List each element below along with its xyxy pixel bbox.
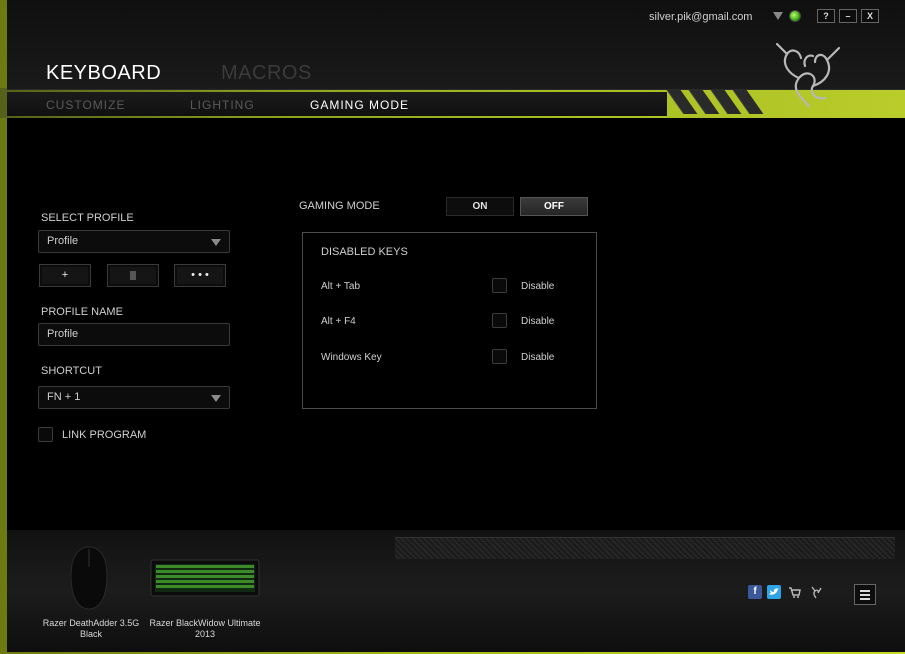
device-mouse-line1: Razer DeathAdder 3.5G [42,618,140,628]
disable-alt-f4-checkbox[interactable] [492,313,507,328]
link-program-label: LINK PROGRAM [62,429,147,441]
twitter-icon[interactable] [767,585,781,599]
shortcut-select[interactable]: FN + 1 [38,386,230,409]
device-keyboard-line1: Razer BlackWidow Ultimate [149,618,261,628]
more-options-label: • • • [177,267,223,284]
cart-icon[interactable] [788,585,802,599]
profile-name-label: PROFILE NAME [41,306,123,318]
menu-icon-bar [860,598,870,600]
subtab-gaming-mode[interactable]: GAMING MODE [310,98,409,112]
device-mouse-line2: Black [79,629,102,639]
disabled-keys-title: DISABLED KEYS [321,246,408,258]
gaming-mode-label: GAMING MODE [299,200,380,212]
tab-macros[interactable]: MACROS [221,62,312,85]
profile-name-value: Profile [47,328,79,340]
keyboard-device-icon[interactable] [150,557,260,599]
chevron-down-icon [211,239,221,246]
profile-select[interactable]: Profile [38,230,230,253]
mouse-device-icon[interactable] [67,545,111,611]
key-windows-label: Windows Key [321,352,382,363]
profile-options-button[interactable]: • • • [174,264,226,287]
chevron-down-icon [211,395,221,402]
disable-alt-tab-label: Disable [521,281,555,292]
razer-logo-icon [775,42,841,108]
menu-icon-bar [860,594,870,596]
select-profile-label: SELECT PROFILE [41,212,134,224]
online-status-icon [789,10,801,22]
facebook-icon[interactable]: f [748,585,762,599]
user-email[interactable]: silver.pik@gmail.com [649,11,752,23]
subtab-lighting[interactable]: LIGHTING [190,98,255,112]
close-button[interactable]: X [861,9,879,23]
gaming-mode-on-button[interactable]: ON [446,197,514,216]
app-window: silver.pik@gmail.com ? – X KEYBOARD MACR… [0,0,905,654]
disable-alt-f4-label: Disable [521,316,555,327]
footer-pattern-strip [395,537,895,559]
help-button[interactable]: ? [817,9,835,23]
subtab-customize[interactable]: CUSTOMIZE [46,98,125,112]
disable-alt-tab-checkbox[interactable] [492,278,507,293]
link-program-checkbox[interactable] [38,427,53,442]
profile-name-field[interactable]: Profile [38,323,230,346]
key-alt-tab-label: Alt + Tab [321,281,361,292]
window-frame: silver.pik@gmail.com ? – X KEYBOARD MACR… [0,0,905,652]
trash-icon [110,267,156,284]
device-mouse-label[interactable]: Razer DeathAdder 3.5G Black [31,618,151,640]
disable-windows-key-label: Disable [521,352,555,363]
minimize-button[interactable]: – [839,9,857,23]
key-alt-f4-label: Alt + F4 [321,316,356,327]
disable-windows-key-checkbox[interactable] [492,349,507,364]
add-profile-label: + [42,267,88,284]
profile-select-value: Profile [47,235,79,247]
device-keyboard-line2: 2013 [194,629,216,639]
shortcut-label: SHORTCUT [41,365,102,377]
device-keyboard-label[interactable]: Razer BlackWidow Ultimate 2013 [143,618,267,640]
add-profile-button[interactable]: + [39,264,91,287]
disabled-keys-panel: DISABLED KEYS Alt + Tab Disable Alt + F4… [302,232,597,409]
delete-profile-button[interactable] [107,264,159,287]
tab-keyboard[interactable]: KEYBOARD [46,62,161,85]
menu-button[interactable] [854,584,876,605]
gaming-mode-off-button[interactable]: OFF [520,197,588,216]
menu-icon [860,590,870,592]
shortcut-select-value: FN + 1 [47,391,81,403]
razer-icon[interactable] [809,585,823,599]
account-dropdown-icon[interactable] [773,12,783,20]
